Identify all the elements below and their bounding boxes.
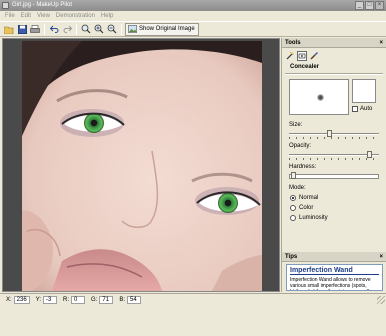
status-y-value: -3 [43, 295, 58, 304]
status-b: B: 54 [116, 295, 144, 304]
window-bottom-area [0, 305, 386, 336]
opacity-label: Opacity: [289, 143, 312, 149]
undo-icon[interactable] [48, 23, 60, 35]
tool-selector [282, 48, 386, 62]
mode-normal-label: Normal [299, 195, 319, 201]
mode-group: Mode: Normal Color Luminosity [282, 185, 386, 223]
mode-color[interactable]: Color [289, 203, 379, 213]
close-button[interactable]: × [375, 1, 384, 10]
status-y-label: Y: [35, 296, 42, 303]
status-x-value: 236 [13, 295, 30, 304]
tools-panel-close-button[interactable]: × [379, 38, 383, 48]
status-g-label: G: [91, 296, 98, 303]
toolbar-separator [44, 23, 45, 35]
tips-text: Imperfection Wand allows to remove vario… [290, 277, 376, 290]
image-canvas[interactable] [2, 38, 280, 292]
picture-icon [128, 25, 137, 33]
maximize-button[interactable]: □ [365, 1, 374, 10]
menu-file[interactable]: File [5, 13, 15, 19]
status-r-value: 0 [71, 295, 86, 304]
status-g: G: 71 [88, 295, 116, 304]
tips-panel-header: Tips × [282, 252, 386, 262]
mode-color-radio[interactable] [290, 205, 296, 211]
show-original-button[interactable]: Show Original Image [125, 22, 199, 36]
brush-icon[interactable] [309, 51, 319, 61]
tools-panel-header: Tools × [282, 38, 386, 48]
tips-panel: Tips × Imperfection Wand Imperfection Wa… [281, 252, 386, 292]
print-icon[interactable] [29, 23, 41, 35]
hardness-slider[interactable] [289, 172, 379, 182]
redo-icon[interactable] [61, 23, 73, 35]
brush-shape [317, 94, 324, 101]
mode-luminosity[interactable]: Luminosity [289, 213, 379, 223]
size-slider-thumb[interactable] [327, 130, 332, 137]
show-original-label: Show Original Image [139, 26, 195, 32]
zoom-in-icon[interactable] [93, 23, 105, 35]
opacity-control: Opacity: [282, 143, 386, 161]
status-g-value: 71 [99, 295, 114, 304]
concealer-icon[interactable] [297, 51, 307, 61]
mode-normal[interactable]: Normal [289, 193, 379, 203]
title-bar: Girl.jpg - MakeUp Pilot _ □ × [0, 0, 386, 11]
divider [285, 73, 383, 75]
auto-label: Auto [360, 106, 373, 112]
opacity-slider-thumb[interactable] [367, 151, 372, 158]
color-swatch[interactable] [352, 79, 376, 103]
status-bar: X: 236 Y: -3 R: 0 G: 71 B: 54 [0, 293, 386, 305]
open-icon[interactable] [3, 23, 15, 35]
resize-grip[interactable] [377, 296, 385, 304]
photo-image[interactable] [22, 41, 262, 291]
status-b-label: B: [119, 296, 126, 303]
status-r-label: R: [63, 296, 70, 303]
tips-panel-title: Tips [285, 254, 298, 260]
status-x-label: X: [6, 296, 12, 303]
toolbar-separator [76, 23, 77, 35]
menu-help[interactable]: Help [101, 13, 113, 19]
status-x: X: 236 [3, 295, 33, 304]
toolbar-separator [121, 23, 122, 35]
window-title: Girl.jpg - MakeUp Pilot [12, 2, 73, 8]
auto-option[interactable]: Auto [352, 106, 372, 112]
tools-panel-title: Tools [285, 40, 301, 46]
hardness-control: Hardness: [282, 164, 386, 182]
save-icon[interactable] [16, 23, 28, 35]
tips-content: Imperfection Wand Imperfection Wand allo… [286, 264, 383, 291]
brush-preview [289, 79, 349, 115]
mode-normal-radio[interactable] [290, 195, 296, 201]
active-tool-name: Concealer [290, 64, 320, 70]
app-icon [2, 2, 9, 9]
zoom-out-icon[interactable] [106, 23, 118, 35]
status-y: Y: -3 [33, 295, 60, 304]
hardness-slider-thumb[interactable] [291, 172, 296, 179]
hardness-label: Hardness: [289, 164, 317, 170]
size-slider[interactable] [289, 130, 379, 140]
status-r: R: 0 [60, 295, 88, 304]
tips-panel-close-button[interactable]: × [379, 252, 383, 262]
size-label: Size: [289, 122, 303, 128]
menu-view[interactable]: View [37, 13, 50, 19]
tips-title: Imperfection Wand [290, 267, 379, 275]
menu-demonstration[interactable]: Demonstration [56, 13, 95, 19]
zoom-fit-icon[interactable] [80, 23, 92, 35]
menu-edit[interactable]: Edit [21, 13, 31, 19]
auto-checkbox[interactable] [352, 106, 358, 112]
minimize-button[interactable]: _ [355, 1, 364, 10]
mode-luminosity-radio[interactable] [290, 215, 296, 221]
mode-luminosity-label: Luminosity [299, 215, 328, 221]
brush-preview-row: Auto [282, 79, 386, 119]
wand-icon[interactable] [285, 51, 295, 61]
status-b-value: 54 [127, 295, 142, 304]
mode-label: Mode: [289, 185, 306, 191]
opacity-slider[interactable] [289, 151, 379, 161]
mode-color-label: Color [299, 205, 314, 211]
size-control: Size: [282, 122, 386, 140]
toolbar: Show Original Image [0, 21, 386, 37]
menu-bar: File Edit View Demonstration Help [0, 11, 386, 21]
